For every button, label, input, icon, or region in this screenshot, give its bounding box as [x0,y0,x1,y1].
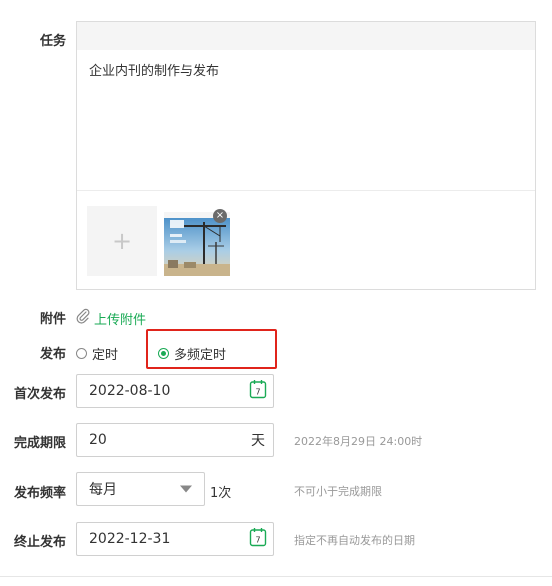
task-label: 任务 [39,34,66,49]
deadline-unit: 天 [251,433,265,449]
deadline-days-value: 20 [89,432,107,448]
deadline-days-input[interactable]: 20 天 [76,423,274,457]
radio-dot [76,348,87,359]
deadline-hint: 2022年8月29日 24:00时 [294,435,423,448]
calendar-icon[interactable]: 7 [249,527,267,551]
calendar-day: 7 [255,536,260,545]
deadline-label: 完成期限 [13,436,66,451]
first-publish-date-value: 2022-08-10 [89,383,171,399]
frequency-times: 1次 [210,486,232,501]
attachment-label: 附件 [39,312,66,327]
frequency-hint: 不可小于完成期限 [294,485,382,498]
chevron-down-icon [180,485,192,493]
frequency-label: 发布频率 [13,486,66,501]
end-publish-date-value: 2022-12-31 [89,531,171,547]
divider [0,576,552,577]
radio-scheduled-label: 定时 [92,348,119,363]
remove-image-button[interactable]: × [213,209,227,223]
divider [77,190,535,191]
end-publish-hint: 指定不再自动发布的日期 [294,534,415,547]
end-publish-date-input[interactable]: 2022-12-31 7 [76,522,274,556]
first-publish-date-input[interactable]: 2022-08-10 7 [76,374,274,408]
publish-label: 发布 [39,347,66,362]
task-editor[interactable]: 企业内刊的制作与发布 + × [76,21,536,290]
highlight-box [146,329,277,369]
frequency-select[interactable]: 每月 [76,472,205,506]
task-content[interactable]: 企业内刊的制作与发布 [89,60,219,79]
upload-attachment-link[interactable]: 上传附件 [76,308,146,328]
editor-toolbar [77,22,535,50]
first-publish-label: 首次发布 [13,387,66,402]
add-image-button[interactable]: + [87,206,157,276]
radio-scheduled[interactable]: 定时 [76,344,118,363]
upload-attachment-label: 上传附件 [94,312,147,328]
end-publish-label: 终止发布 [13,535,66,550]
calendar-icon[interactable]: 7 [249,379,267,403]
frequency-value: 每月 [89,482,117,498]
calendar-day: 7 [255,388,260,397]
paperclip-icon [76,308,90,328]
